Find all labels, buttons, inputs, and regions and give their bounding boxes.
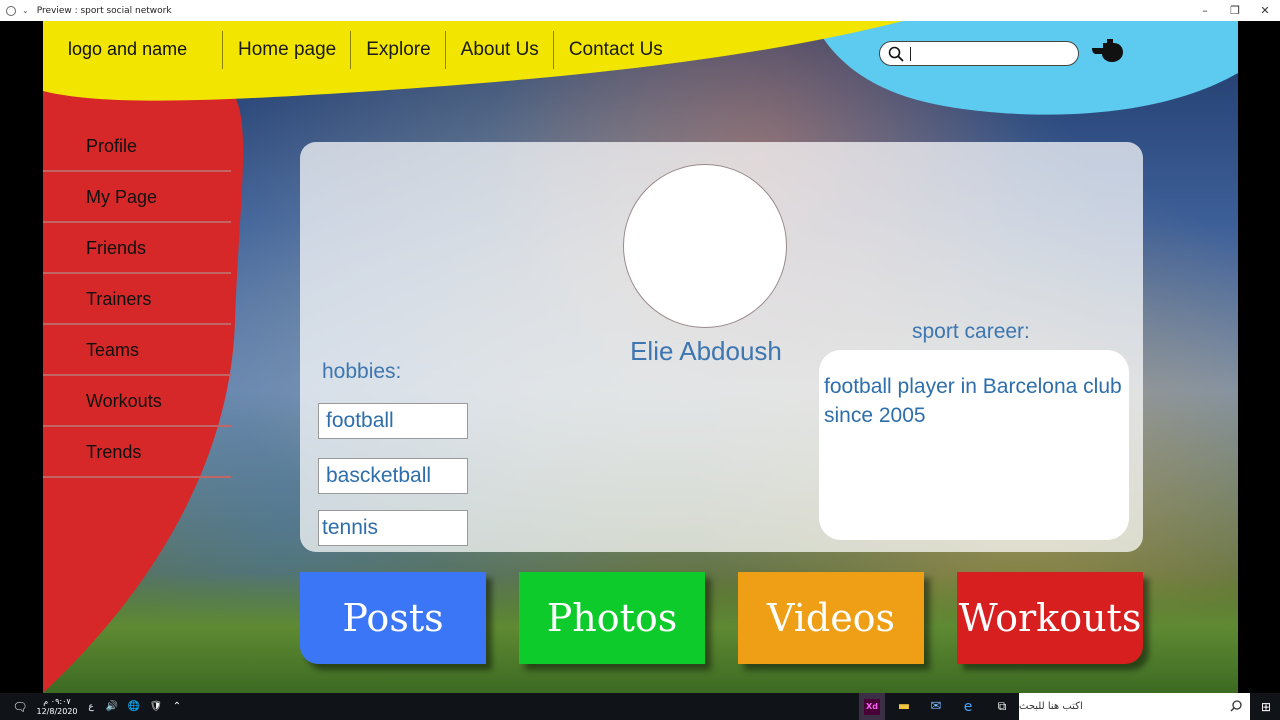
nav-explore[interactable]: Explore	[350, 31, 444, 69]
text-caret	[910, 47, 911, 61]
app-icon	[6, 5, 16, 16]
folder-icon[interactable]: ▬	[892, 693, 916, 720]
sidebar-item-friends[interactable]: Friends	[43, 225, 231, 274]
nav-about-us[interactable]: About Us	[444, 31, 553, 69]
logo-text[interactable]: logo and name	[68, 39, 187, 60]
hobby-item[interactable]: bascketball	[318, 458, 468, 494]
sidebar-item-my-page[interactable]: My Page	[43, 174, 231, 223]
sidebar-item-profile[interactable]: Profile	[43, 123, 231, 172]
app-canvas: logo and name Home page Explore About Us…	[43, 21, 1238, 693]
profile-card: Elie Abdoush hobbies: football bascketba…	[300, 142, 1143, 552]
chevron-up-icon[interactable]: ⌃	[170, 693, 184, 720]
minimize-button[interactable]: –	[1188, 0, 1222, 21]
window-title: Preview : sport social network	[36, 5, 172, 16]
edge-icon[interactable]: e	[956, 693, 980, 720]
restore-button[interactable]: ❐	[1218, 0, 1252, 21]
language-indicator[interactable]: ع	[84, 693, 98, 720]
posts-button[interactable]: Posts	[300, 572, 486, 664]
profile-name: Elie Abdoush	[630, 336, 782, 366]
clock-time[interactable]: ٠٩:٠٧ م	[43, 697, 70, 707]
task-view-icon[interactable]: ⧉	[990, 693, 1014, 720]
career-label: sport career:	[912, 320, 1030, 343]
career-text: football player in Barcelona club since …	[819, 350, 1129, 540]
videos-button[interactable]: Videos	[738, 572, 924, 664]
sidebar-item-workouts[interactable]: Workouts	[43, 378, 231, 427]
close-button[interactable]: ✕	[1248, 0, 1280, 21]
hobby-item[interactable]: football	[318, 403, 468, 439]
nav-home-page[interactable]: Home page	[222, 31, 350, 69]
start-icon[interactable]: ⊞	[1256, 693, 1276, 720]
main-nav: Home page Explore About Us Contact Us	[222, 31, 677, 69]
sidebar-item-trainers[interactable]: Trainers	[43, 276, 231, 325]
security-icon[interactable]: 🛡	[148, 693, 164, 720]
photos-button[interactable]: Photos	[519, 572, 705, 664]
nav-contact-us[interactable]: Contact Us	[552, 31, 677, 69]
network-icon[interactable]: 🌐	[126, 693, 142, 720]
search-icon	[1230, 700, 1242, 712]
hobby-item[interactable]: tennis	[318, 510, 468, 546]
search-input[interactable]	[879, 41, 1079, 66]
window-titlebar: ⌄ Preview : sport social network – ❐ ✕	[0, 0, 1280, 21]
xd-app-icon[interactable]: Xd	[859, 693, 885, 720]
clock-date[interactable]: 12/8/2020	[36, 707, 77, 717]
workouts-button[interactable]: Workouts	[957, 572, 1143, 664]
chevron-down-icon[interactable]: ⌄	[22, 6, 29, 15]
taskbar-search[interactable]: اكتب هنا للبحث	[1019, 693, 1250, 720]
hobbies-label: hobbies:	[322, 360, 402, 383]
sidebar-item-trends[interactable]: Trends	[43, 429, 231, 478]
search-icon	[888, 46, 904, 62]
whistle-icon[interactable]	[1090, 38, 1124, 64]
volume-icon[interactable]: 🔊	[104, 693, 120, 720]
taskbar: 🗨 ٠٩:٠٧ م 12/8/2020 ع 🔊 🌐 🛡 ⌃ Xd ▬ ✉ e ⧉…	[0, 693, 1280, 720]
avatar[interactable]	[623, 164, 787, 328]
taskbar-search-placeholder: اكتب هنا للبحث	[1019, 701, 1083, 712]
mail-icon[interactable]: ✉	[924, 693, 948, 720]
notifications-icon[interactable]: 🗨	[10, 693, 30, 720]
sidebar-item-teams[interactable]: Teams	[43, 327, 231, 376]
